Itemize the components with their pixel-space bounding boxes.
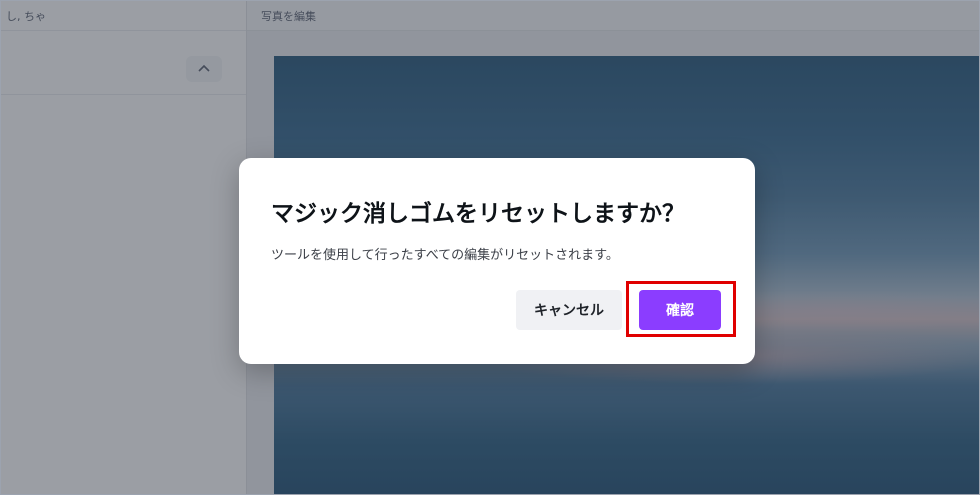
dialog-message: ツールを使用して行ったすべての編集がリセットされます。 bbox=[271, 248, 619, 263]
reset-confirm-dialog: マジック消しゴムをリセットしますか？ ツールを使用して行ったすべての編集がリセッ… bbox=[239, 158, 755, 364]
confirm-button[interactable]: 確認 bbox=[639, 290, 721, 330]
cancel-button[interactable]: キャンセル bbox=[516, 290, 622, 330]
dialog-title: マジック消しゴムをリセットしますか？ bbox=[271, 201, 685, 227]
